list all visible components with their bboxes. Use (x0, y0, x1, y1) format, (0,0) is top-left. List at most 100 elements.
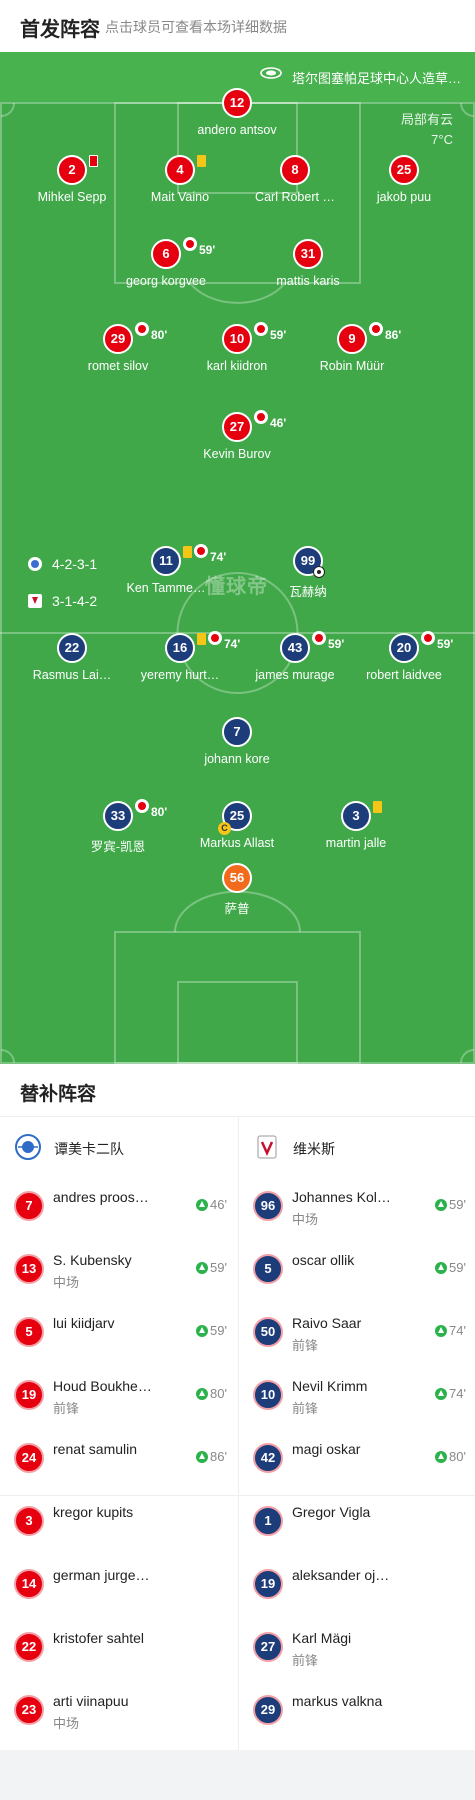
home-subs-column: 谭美卡二队 7 andres proos… 46' 13 S. Kubensky 中场 59… (0, 1117, 237, 1751)
sub-in-time: 80' (435, 1449, 466, 1464)
sub-player-position: 中场 (53, 1716, 80, 1731)
sub-player-row[interactable]: 10 Nevil Krimm 前锋 74' (239, 1368, 475, 1431)
substitution-icon (421, 631, 435, 645)
home-player[interactable]: 2 Mihkel Sepp (22, 155, 122, 204)
sub-number-badge: 50 (253, 1317, 283, 1347)
yellow-card-icon (373, 801, 382, 813)
substitution-icon (135, 799, 149, 813)
sub-in-time: 80' (196, 1386, 227, 1401)
sub-player-row[interactable]: 14 german jurge… (0, 1557, 237, 1620)
player-name: Mait Vaino (150, 190, 210, 204)
home-formation-label: 4-2-3-1 (52, 556, 98, 572)
sub-player-name: aleksander oj… (292, 1567, 390, 1583)
sub-player-row[interactable]: 1 Gregor Vigla (239, 1494, 475, 1557)
away-player[interactable]: 99 瓦赫纳 (258, 546, 358, 600)
sub-player-row[interactable]: 5 oscar ollik 59' (239, 1242, 475, 1305)
substitution-icon (208, 631, 222, 645)
sub-player-row[interactable]: 29 markus valkna (239, 1683, 475, 1746)
page-title: 首发阵容 (20, 19, 100, 41)
sub-player-row[interactable]: 3 kregor kupits (0, 1494, 237, 1557)
sub-number-badge: 23 (14, 1695, 44, 1725)
subs-header: 替补阵容 (0, 1064, 475, 1116)
captain-badge: C (218, 822, 231, 835)
substitution-icon (183, 237, 197, 251)
sub-player-row[interactable]: 7 andres proos… 46' (0, 1179, 237, 1242)
sub-number-badge: 1 (253, 1506, 283, 1536)
home-player[interactable]: 12 andero antsov (187, 88, 287, 137)
player-number-badge: 8 (280, 155, 310, 185)
sub-in-arrow-icon (196, 1450, 209, 1463)
starters-divider (0, 1495, 475, 1496)
sub-player-row[interactable]: 27 Karl Mägi 前锋 (239, 1620, 475, 1683)
sub-player-name: markus valkna (292, 1693, 383, 1709)
player-name: yeremy hurt… (140, 668, 220, 682)
player-name: 瓦赫纳 (289, 585, 327, 599)
home-player[interactable]: 9 86' Robin Müür (302, 322, 402, 373)
home-team-icon (28, 557, 42, 571)
sub-in-time-text: 80' (449, 1449, 466, 1464)
player-number-badge: 29 80' (103, 322, 167, 354)
player-name: jakob puu (376, 190, 432, 204)
yellow-card-icon (183, 546, 192, 558)
substitution-icon (312, 631, 326, 645)
sub-in-arrow-icon (435, 1387, 448, 1400)
sub-number-badge: 27 (253, 1632, 283, 1662)
sub-number-badge: 19 (14, 1380, 44, 1410)
away-player[interactable]: 43 59' james murage (245, 631, 345, 682)
home-team-logo-icon (15, 1134, 41, 1160)
home-player[interactable]: 31 mattis karis (258, 239, 358, 288)
sub-player-row[interactable]: 23 arti viinapuu 中场 (0, 1683, 237, 1746)
sub-player-row[interactable]: 19 aleksander oj… (239, 1557, 475, 1620)
substitution-time: 59' (437, 637, 454, 651)
home-player[interactable]: 29 80' romet silov (68, 322, 168, 373)
substitution-time: 74' (224, 637, 241, 651)
player-number-badge: 6 59' (151, 237, 215, 269)
substitution-icon (254, 410, 268, 424)
home-player[interactable]: 6 59' georg korgvee (116, 237, 216, 288)
sub-player-row[interactable]: 24 renat samulin 86' (0, 1431, 237, 1494)
away-player[interactable]: 20 59' robert laidvee (354, 631, 454, 682)
away-player[interactable]: 16 74' yeremy hurt… (130, 631, 240, 682)
player-name: 萨普 (224, 902, 250, 916)
away-player[interactable]: 22 Rasmus Lai… (22, 633, 122, 682)
away-player[interactable]: 56 萨普 (187, 863, 287, 917)
sub-player-row[interactable]: 19 Houd Boukhe… 前锋 80' (0, 1368, 237, 1431)
sub-in-time-text: 46' (210, 1197, 227, 1212)
sub-player-row[interactable]: 50 Raivo Saar 前锋 74' (239, 1305, 475, 1368)
home-player[interactable]: 27 46' Kevin Burov (187, 410, 287, 461)
home-player[interactable]: 10 59' karl kiidron (187, 322, 287, 373)
away-player[interactable]: 25 C Markus Allast (187, 801, 287, 850)
sub-in-arrow-icon (196, 1198, 209, 1211)
sub-in-arrow-icon (196, 1261, 209, 1274)
away-formation: 3-1-4-2 (28, 593, 97, 609)
sub-in-time-text: 74' (449, 1386, 466, 1401)
sub-player-row[interactable]: 13 S. Kubensky 中场 59' (0, 1242, 237, 1305)
substitution-icon (194, 544, 208, 558)
sub-player-name: kregor kupits (53, 1504, 134, 1520)
lineup-page: 首发阵容 点击球员可查看本场详细数据 塔尔图塞帕足球中心人造草… 局部有云 7°… (0, 0, 475, 1800)
sub-number-badge: 5 (14, 1317, 44, 1347)
home-team-header[interactable]: 谭美卡二队 (0, 1117, 237, 1179)
home-player[interactable]: 8 Carl Robert … (245, 155, 345, 204)
stadium-name: 塔尔图塞帕足球中心人造草… (291, 71, 461, 86)
sub-player-row[interactable]: 22 kristofer sahtel (0, 1620, 237, 1683)
away-team-name: 维米斯 (293, 1141, 335, 1157)
away-player[interactable]: 3 martin jalle (306, 801, 406, 850)
stadium-icon (260, 67, 282, 79)
player-number-badge: 12 (222, 88, 252, 118)
away-team-header[interactable]: 维米斯 (239, 1117, 475, 1179)
player-number-badge: 2 (57, 155, 98, 185)
sub-in-arrow-icon (435, 1450, 448, 1463)
subs-panel: 谭美卡二队 7 andres proos… 46' 13 S. Kubensky 中场 59… (0, 1116, 475, 1751)
away-player[interactable]: 33 80' 罗宾-凯恩 (68, 799, 168, 855)
away-player[interactable]: 7 johann kore (187, 717, 287, 766)
sub-player-row[interactable]: 42 magi oskar 80' (239, 1431, 475, 1494)
sub-player-row[interactable]: 5 lui kiidjarv 59' (0, 1305, 237, 1368)
sub-player-row[interactable]: 96 Johannes Kol… 中场 59' (239, 1179, 475, 1242)
home-player[interactable]: 4 Mait Vaino (130, 155, 230, 204)
player-number-badge: 22 (57, 633, 87, 663)
away-player[interactable]: 11 74' Ken Tamme… (116, 544, 226, 595)
home-player[interactable]: 25 jakob puu (354, 155, 454, 204)
player-number-badge: 16 74' (165, 631, 240, 663)
sub-in-time-text: 80' (210, 1386, 227, 1401)
